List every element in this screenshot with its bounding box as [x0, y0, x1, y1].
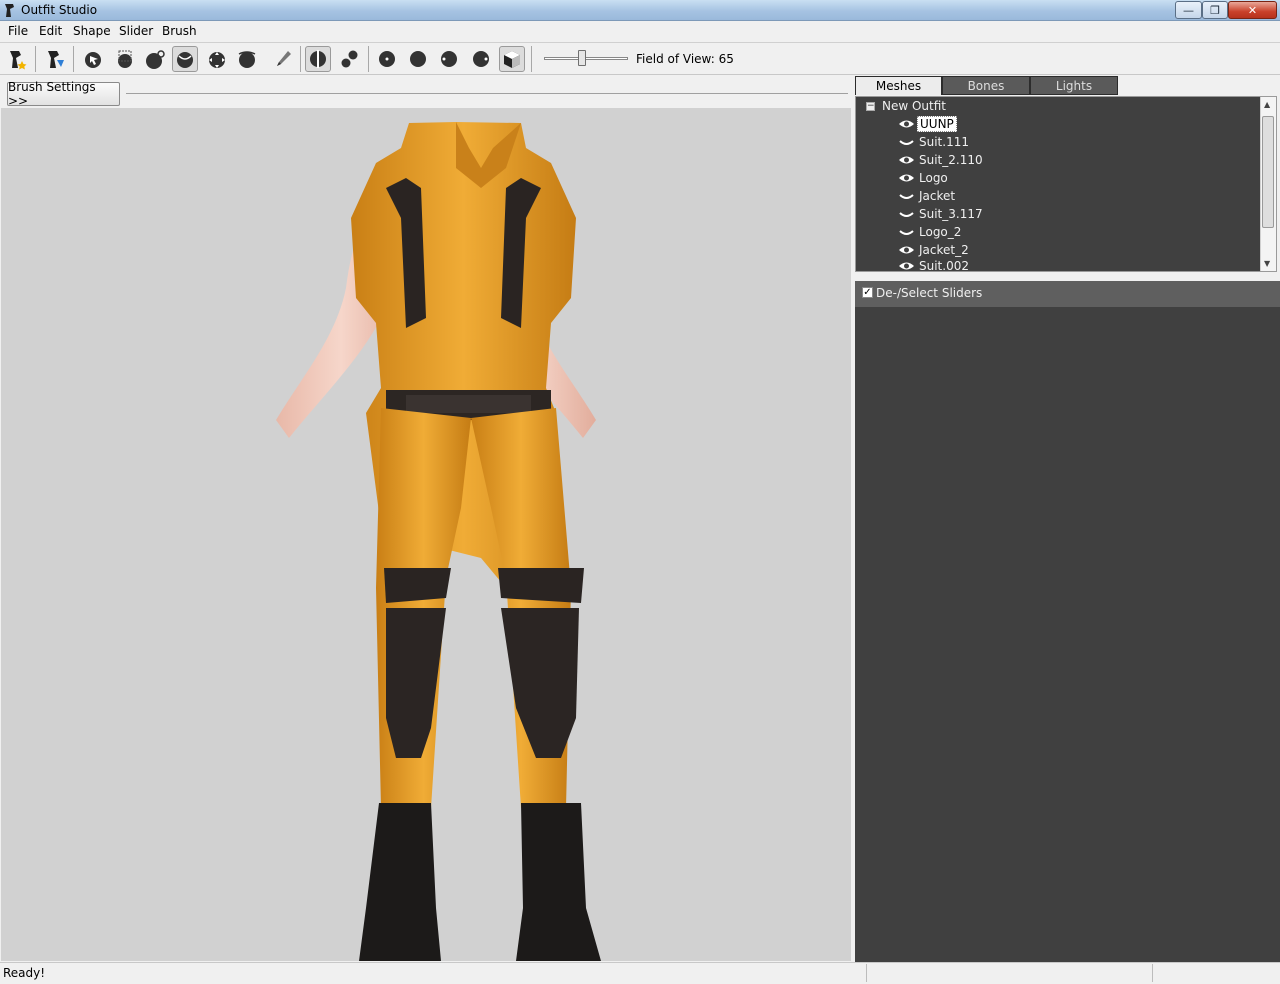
brush-settings-divider: [126, 93, 848, 94]
back-view-button[interactable]: [405, 46, 431, 72]
perspective-view-button[interactable]: [499, 46, 525, 72]
mesh-item-jacket[interactable]: Jacket: [898, 187, 957, 205]
field-of-view-slider-thumb[interactable]: [578, 50, 586, 66]
eye-visible-icon[interactable]: [898, 260, 915, 271]
front-view-button[interactable]: [374, 46, 400, 72]
mask-brush-button[interactable]: [112, 46, 138, 72]
x-mirror-button[interactable]: [305, 46, 331, 72]
status-bar: [0, 962, 1280, 984]
mesh-item-uunp[interactable]: UUNP: [898, 115, 957, 133]
title-bar: [0, 0, 1280, 21]
mesh-item-label: Logo: [919, 171, 948, 185]
tree-root-new-outfit[interactable]: New Outfit: [882, 99, 946, 113]
status-text: Ready!: [3, 966, 46, 980]
mesh-item-suit-2-110[interactable]: Suit_2.110: [898, 151, 985, 169]
new-project-button[interactable]: [4, 46, 30, 72]
toolbar-separator: [368, 46, 369, 72]
front-view-icon: [379, 51, 395, 67]
cube-icon: [504, 51, 520, 68]
tree-scrollbar-thumb[interactable]: [1262, 116, 1274, 228]
eye-visible-icon[interactable]: [898, 118, 915, 130]
load-reference-icon: [48, 51, 64, 68]
select-sliders-label[interactable]: De-/Select Sliders: [876, 286, 982, 300]
smooth-brush-button[interactable]: [234, 46, 260, 72]
brush-settings-button[interactable]: Brush Settings >>: [7, 80, 120, 108]
right-view-icon: [473, 51, 489, 67]
eye-visible-icon[interactable]: [898, 244, 915, 256]
inflate-icon: [146, 50, 165, 69]
connected-icon: [341, 50, 358, 68]
left-view-button[interactable]: [436, 46, 462, 72]
outfit-model-render: [276, 122, 601, 961]
menu-edit[interactable]: Edit: [39, 24, 62, 38]
app-logo-icon: [5, 4, 14, 17]
menu-file[interactable]: File: [8, 24, 28, 38]
load-reference-button[interactable]: [42, 46, 68, 72]
tab-meshes[interactable]: Meshes: [855, 76, 942, 95]
select-sliders-checkbox[interactable]: ✓: [862, 287, 873, 298]
window-title: Outfit Studio: [21, 3, 98, 17]
sliders-list: [855, 307, 1280, 962]
connected-only-button[interactable]: [336, 46, 362, 72]
eye-visible-icon[interactable]: [898, 154, 915, 166]
status-divider: [1152, 964, 1153, 982]
eye-visible-icon[interactable]: [898, 172, 915, 184]
eye-hidden-icon[interactable]: [898, 136, 915, 148]
move-icon: [209, 52, 225, 68]
toolbar-separator: [35, 46, 36, 72]
mesh-item-label: Suit_3.117: [919, 207, 983, 221]
eye-hidden-icon[interactable]: [898, 208, 915, 220]
mesh-item-suit-002[interactable]: Suit.002: [898, 259, 971, 271]
tree-collapse-toggle[interactable]: −: [866, 102, 875, 111]
scroll-down-arrow-icon[interactable]: ▼: [1264, 259, 1270, 268]
toolbar-separator: [73, 46, 74, 72]
mesh-item-label: Suit.111: [919, 135, 969, 149]
field-of-view-label: Field of View: 65: [636, 52, 734, 66]
mesh-item-label: Suit_2.110: [919, 153, 983, 167]
mesh-item-logo[interactable]: Logo: [898, 169, 950, 187]
brush-pen-icon: [277, 51, 291, 66]
mesh-item-suit-3-117[interactable]: Suit_3.117: [898, 205, 985, 223]
right-view-button[interactable]: [468, 46, 494, 72]
inflate-brush-button[interactable]: [142, 46, 168, 72]
close-button[interactable]: ✕: [1228, 1, 1277, 19]
move-brush-button[interactable]: [204, 46, 230, 72]
weight-brush-button[interactable]: [270, 46, 296, 72]
toolbar-separator: [300, 46, 301, 72]
menu-brush[interactable]: Brush: [162, 24, 197, 38]
mesh-item-label: Logo_2: [919, 225, 962, 239]
mesh-item-label: UUNP: [917, 116, 957, 132]
tab-lights[interactable]: Lights: [1030, 76, 1118, 95]
mask-select-icon: [118, 50, 132, 68]
select-brush-button[interactable]: [80, 46, 106, 72]
field-of-view-slider-track[interactable]: [544, 57, 628, 60]
deflate-brush-button[interactable]: [172, 46, 198, 72]
scroll-up-arrow-icon[interactable]: ▲: [1264, 100, 1270, 109]
3d-viewport[interactable]: [1, 108, 851, 961]
eye-hidden-icon[interactable]: [898, 190, 915, 202]
toolbar-separator: [531, 46, 532, 72]
tab-bones[interactable]: Bones: [942, 76, 1030, 95]
mesh-item-suit-111[interactable]: Suit.111: [898, 133, 971, 151]
minimize-button[interactable]: —: [1175, 1, 1202, 19]
new-project-icon: [10, 51, 27, 70]
eye-hidden-icon[interactable]: [898, 226, 915, 238]
deflate-icon: [177, 52, 193, 68]
left-view-icon: [441, 51, 457, 67]
mesh-item-label: Jacket: [919, 189, 956, 203]
mesh-item-logo-2[interactable]: Logo_2: [898, 223, 963, 241]
mesh-item-label: Jacket_2: [919, 243, 969, 257]
mirror-icon: [310, 50, 326, 68]
mesh-item-label: Suit.002: [919, 259, 969, 271]
mesh-item-jacket-2[interactable]: Jacket_2: [898, 241, 971, 259]
menu-slider[interactable]: Slider: [119, 24, 153, 38]
menu-shape[interactable]: Shape: [73, 24, 111, 38]
maximize-button[interactable]: ❐: [1202, 1, 1228, 19]
status-divider: [866, 964, 867, 982]
back-view-icon: [410, 51, 426, 67]
smooth-icon: [238, 51, 256, 68]
select-arrow-icon: [85, 52, 101, 68]
